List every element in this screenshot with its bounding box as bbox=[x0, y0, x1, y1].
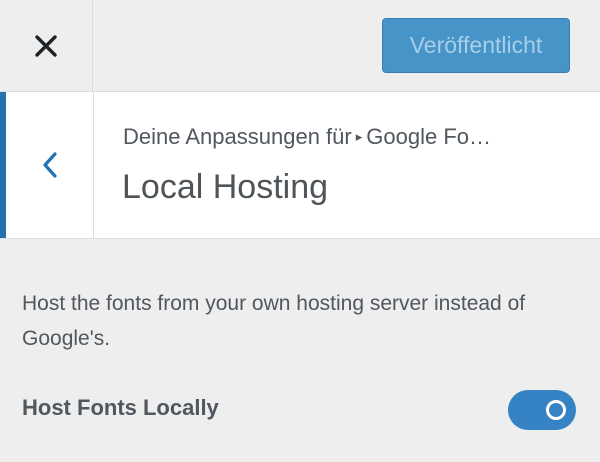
close-icon bbox=[35, 35, 57, 57]
section-description: Host the fonts from your own hosting ser… bbox=[22, 292, 526, 350]
close-button[interactable] bbox=[0, 0, 93, 92]
toggle-knob bbox=[546, 400, 566, 420]
customizer-header: Veröffentlicht bbox=[0, 0, 600, 92]
chevron-left-icon bbox=[42, 152, 57, 178]
section-header: Deine Anpassungen für ▸ Google Fo… Local H… bbox=[0, 92, 600, 239]
section-title: Local Hosting bbox=[122, 168, 329, 206]
breadcrumb-separator-icon: ▸ bbox=[355, 129, 363, 144]
breadcrumb-current: Google Fo… bbox=[366, 124, 491, 149]
breadcrumb: Deine Anpassungen für ▸ Google Fo… bbox=[123, 124, 593, 150]
breadcrumb-parent: Deine Anpassungen für bbox=[123, 124, 352, 149]
back-button[interactable] bbox=[0, 92, 94, 238]
host-fonts-locally-toggle[interactable] bbox=[508, 390, 576, 430]
host-fonts-locally-label: Host Fonts Locally bbox=[22, 395, 219, 420]
publish-button[interactable]: Veröffentlicht bbox=[382, 18, 570, 73]
